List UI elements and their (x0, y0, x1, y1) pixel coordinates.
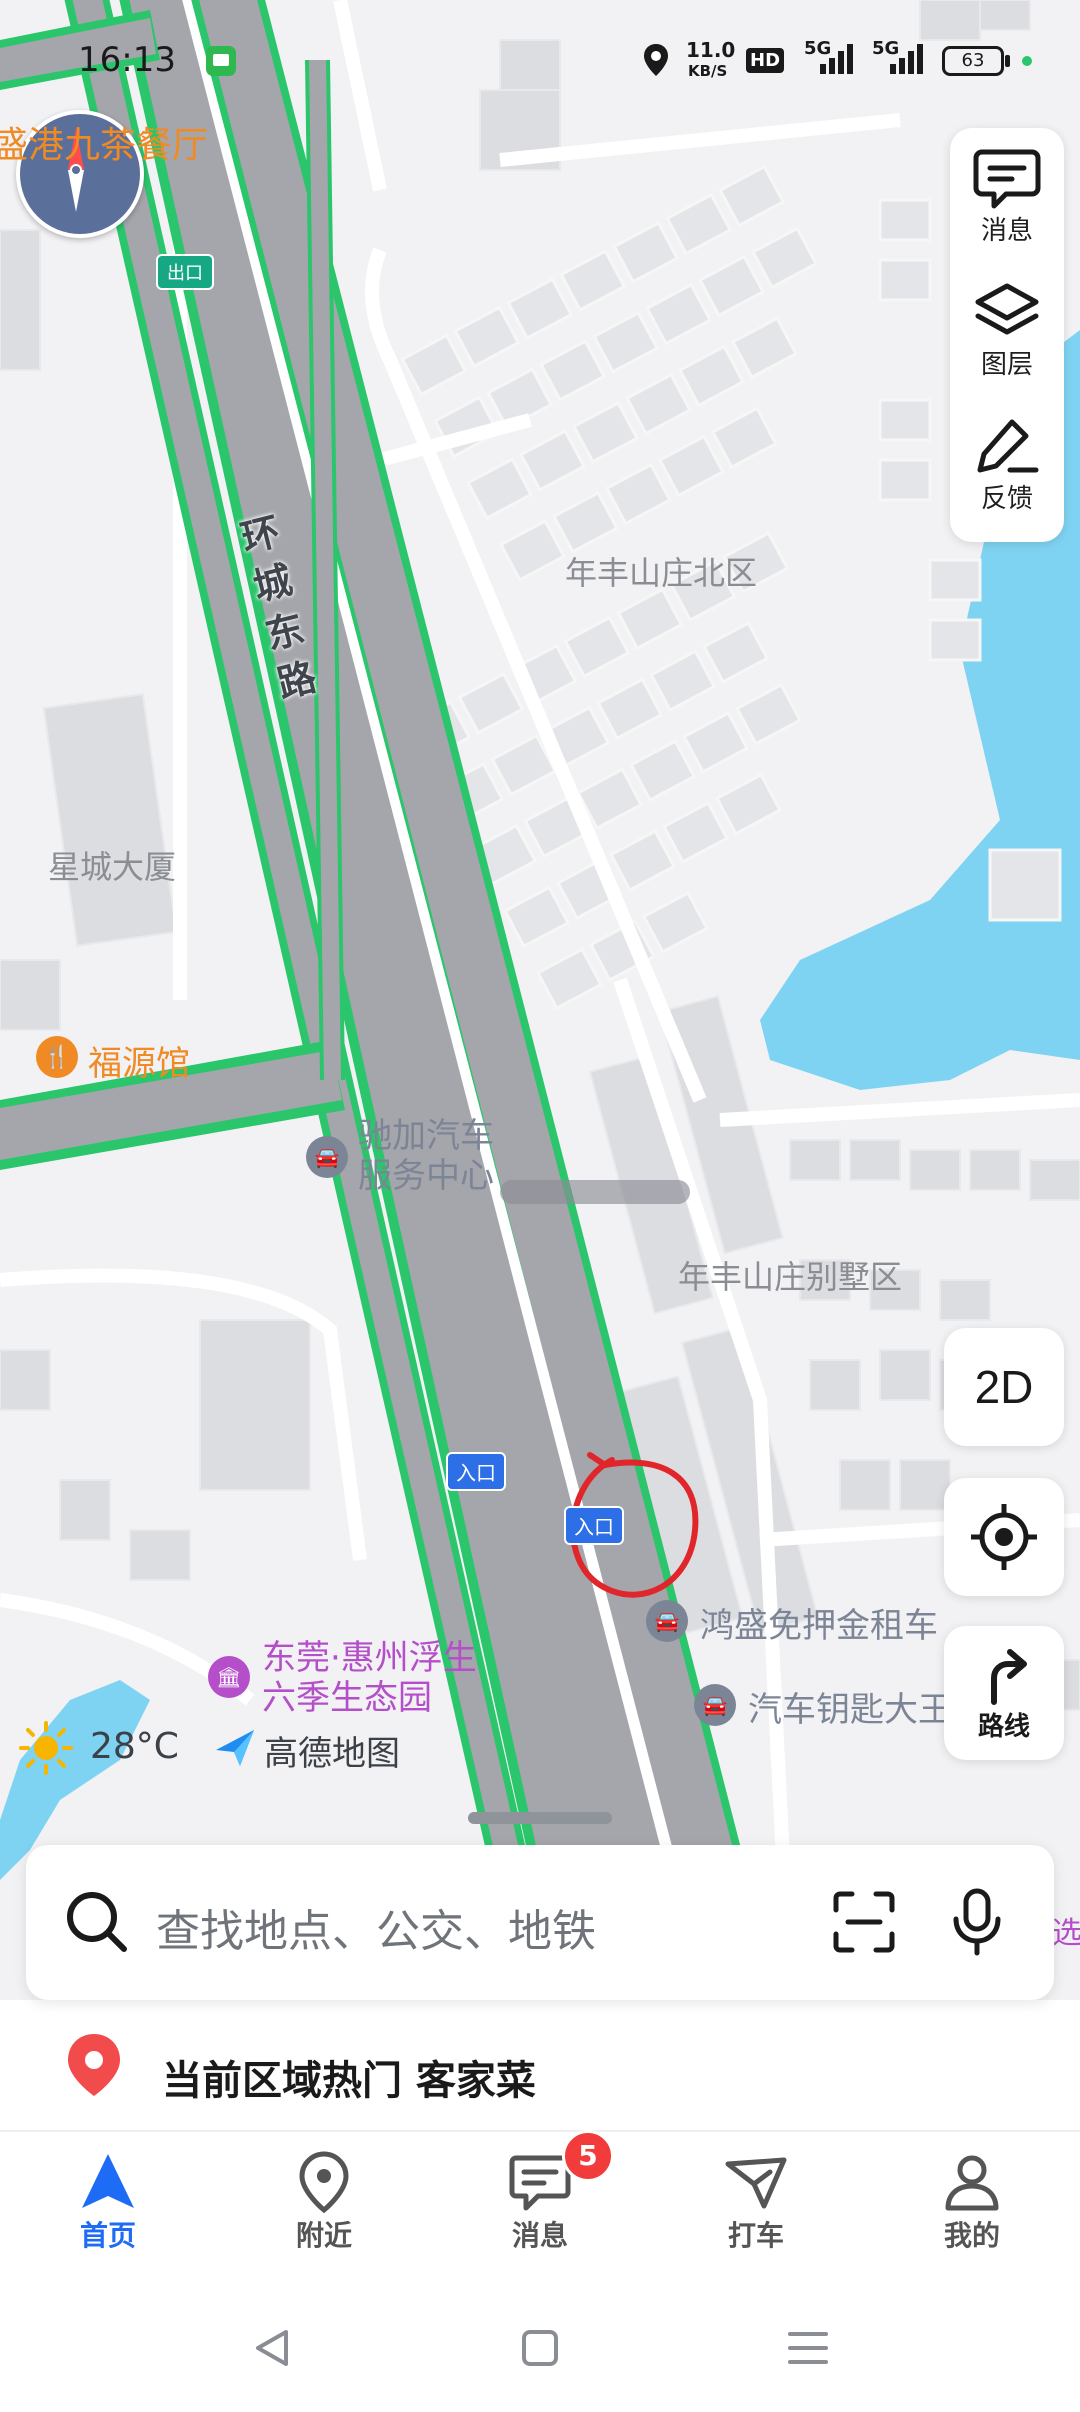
amap-brand-label: 高德地图 (264, 1734, 400, 1774)
messages-tool-label: 消息 (980, 216, 1033, 246)
locate-icon (971, 1504, 1037, 1570)
amap-logo-icon (216, 1730, 254, 1766)
route-turn-icon (991, 1648, 1027, 1705)
map-label-area-north[interactable]: 年丰山庄北区 (565, 548, 757, 594)
net-speed-value: 11.0 (686, 38, 736, 62)
messages-tool[interactable]: 消息 (950, 146, 1064, 247)
battery-level: 63 (961, 50, 985, 71)
taxi-flag-icon (725, 2157, 787, 2209)
location-pin-icon (299, 2151, 349, 2214)
map-ad-strip (500, 1180, 690, 1204)
map-label-restaurant-top[interactable]: 盛港九茶餐厅 (0, 116, 208, 168)
map-label-car-service[interactable]: 驰加汽车 服务中心 (358, 1116, 494, 1196)
system-menu-icon[interactable] (786, 2326, 830, 2370)
microphone-icon[interactable] (950, 1887, 1004, 1957)
nav-nearby[interactable]: 附近 (254, 2150, 394, 2254)
charging-dot (1022, 56, 1032, 66)
navigation-arrow-icon (82, 2154, 134, 2208)
map-label-villa-area[interactable]: 年丰山庄别墅区 (678, 1252, 902, 1298)
route-button[interactable]: 路线 (944, 1626, 1064, 1760)
status-bar: 16:13 11.0 KB/S HD 5G 5G 63 (0, 0, 1080, 120)
status-time: 16:13 (78, 40, 176, 80)
sun-icon (19, 1721, 73, 1775)
nav-nearby-label: 附近 (295, 2219, 352, 2252)
feedback-tool-label: 反馈 (980, 484, 1033, 514)
map-pin-icon (68, 2034, 120, 2096)
battery-icon: 63 (942, 46, 1004, 76)
scenic-poi-icon[interactable]: 🏛 (208, 1656, 250, 1698)
user-icon (945, 2155, 999, 2211)
map-label-car-rental[interactable]: 鸿盛免押金租车 (700, 1598, 938, 1647)
search-icon (67, 1892, 127, 1952)
system-home-icon[interactable] (518, 2326, 562, 2370)
app-notification-icon (206, 46, 236, 76)
2d-mode-button[interactable]: 2D (944, 1328, 1064, 1446)
car-key-poi-icon[interactable]: 🚘 (694, 1684, 736, 1726)
temperature-label: 28°C (90, 1726, 179, 1767)
nav-messages[interactable]: 消息 5 (470, 2130, 614, 2254)
signal-1-icon (820, 44, 853, 74)
hot-area-text: 当前区域热门 客家菜 (162, 2058, 536, 2104)
nav-home[interactable]: 首页 (38, 2150, 178, 2254)
map-label-scenic[interactable]: 东莞·惠州浮生 六季生态园 (262, 1638, 477, 1718)
map-tool-panel: 消息 图层 反馈 (950, 128, 1064, 542)
entrance-sign-2: 入口 (564, 1506, 624, 1545)
pencil-icon (977, 419, 1039, 473)
location-icon (644, 44, 668, 76)
divider (0, 2130, 1080, 2132)
net-speed-unit: KB/S (688, 62, 728, 80)
layers-icon (975, 283, 1039, 335)
system-back-icon[interactable] (250, 2326, 294, 2370)
search-bar[interactable]: 查找地点、公交、地铁 (26, 1845, 1054, 2000)
signal-2-icon (890, 44, 923, 74)
2d-mode-label: 2D (974, 1361, 1034, 1413)
map-label-restaurant[interactable]: 福源馆 (88, 1036, 190, 1085)
layers-tool-label: 图层 (980, 350, 1033, 380)
nav-home-label: 首页 (79, 2219, 136, 2252)
exit-sign: 出口 (156, 254, 214, 290)
route-button-label: 路线 (977, 1711, 1030, 1742)
scan-icon[interactable] (832, 1890, 896, 1954)
nav-taxi-label: 打车 (727, 2219, 784, 2252)
battery-tip (1005, 55, 1010, 67)
hd-badge: HD (746, 48, 785, 73)
message-bubble-icon (973, 149, 1041, 209)
map-view[interactable]: 盛港九茶餐厅 出口 环 城 东 路 年丰山庄北区 星城大厦 🍴 福源馆 🚘 驰加… (0, 0, 1080, 2000)
entrance-sign-1: 入口 (446, 1452, 506, 1491)
nav-profile-label: 我的 (943, 2219, 1000, 2252)
map-label-building[interactable]: 星城大厦 (48, 842, 176, 888)
nav-profile[interactable]: 我的 (902, 2150, 1042, 2254)
restaurant-poi-icon[interactable]: 🍴 (36, 1036, 78, 1078)
map-right-edge-text: 选 (1052, 1916, 1080, 1951)
layers-tool[interactable]: 图层 (950, 280, 1064, 381)
nav-messages-label: 消息 (511, 2219, 568, 2252)
car-rental-poi-icon[interactable]: 🚘 (646, 1600, 688, 1642)
drag-handle[interactable] (468, 1812, 612, 1824)
message-count-badge: 5 (562, 2130, 614, 2182)
map-label-car-key[interactable]: 汽车钥匙大王 (748, 1682, 952, 1731)
locate-button[interactable] (944, 1478, 1064, 1596)
search-input[interactable]: 查找地点、公交、地铁 (156, 1895, 596, 1959)
nav-taxi[interactable]: 打车 (686, 2150, 826, 2254)
car-service-poi-icon[interactable]: 🚘 (306, 1136, 348, 1178)
feedback-tool[interactable]: 反馈 (950, 414, 1064, 515)
hot-area-row[interactable]: 当前区域热门 客家菜 (0, 2010, 1080, 2120)
